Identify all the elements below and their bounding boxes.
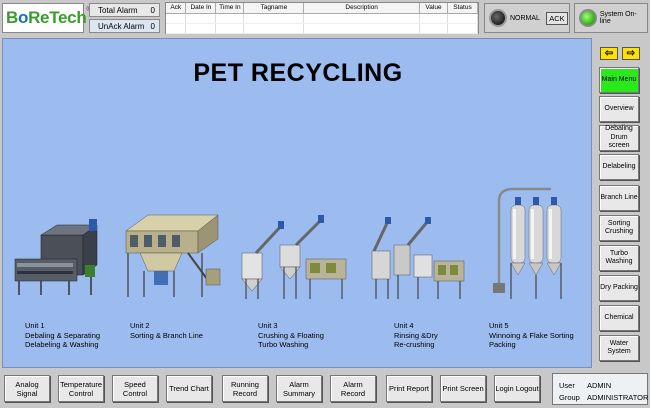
sidebar-item-delabeling[interactable]: Delabeling (599, 154, 639, 180)
unit-1-desc-2: Delabeling & Washing (25, 340, 99, 349)
arrow-left-icon[interactable]: ⇦ (600, 47, 618, 60)
alarm-summary-button[interactable]: Alarm Summary (276, 375, 322, 402)
user-label: User (559, 381, 575, 390)
sidebar-item-debaling-drum-screen[interactable]: Debaling Drum screen (599, 125, 639, 151)
status-normal-label: NORMAL (510, 14, 540, 22)
total-alarm-row[interactable]: Total Alarm 0 (89, 3, 160, 17)
online-status-label: System On-line (599, 11, 637, 25)
logo-text-retech: ReTech (28, 8, 87, 27)
logo-letter-b: B (6, 8, 18, 27)
col-status: Status (447, 3, 479, 14)
total-alarm-value: 0 (150, 5, 155, 15)
navigation-sidebar: ⇦ ⇨ Main Menu Overview Debaling Drum scr… (595, 38, 650, 368)
analog-signal-button[interactable]: Analog Signal (4, 375, 50, 402)
sidebar-item-dry-packing[interactable]: Dry Packing (599, 275, 639, 301)
alarm-table-header: Ack Date In Time In Tagname Description … (166, 3, 479, 14)
col-description: Description (303, 3, 421, 14)
col-value: Value (419, 3, 448, 14)
sidebar-item-water-system[interactable]: Water System (599, 335, 639, 361)
col-tagname: Tagname (243, 3, 305, 14)
unit-1-desc-1: Debaling & Separating (25, 330, 101, 340)
sidebar-item-branch-line[interactable]: Branch Line (599, 185, 639, 211)
unit-3-desc-1: Crushing & Floating (258, 330, 324, 340)
unit-1-title: Unit 1 (25, 321, 45, 330)
unack-alarm-value: 0 (150, 21, 155, 31)
unack-alarm-label: UnAck Alarm (98, 21, 145, 31)
trend-chart-button[interactable]: Trend Chart (166, 375, 212, 402)
unit-3-machine-icon (241, 215, 347, 299)
unit-5-machine[interactable] (493, 187, 575, 303)
col-date-in: Date In (185, 3, 217, 14)
ack-button[interactable]: ACK (545, 11, 568, 25)
page-arrows: ⇦ ⇨ (600, 47, 640, 60)
print-screen-button[interactable]: Print Screen (440, 375, 486, 402)
speed-control-button[interactable]: Speed Control (112, 375, 158, 402)
unack-alarm-row[interactable]: UnAck Alarm 0 (89, 19, 160, 33)
group-label: Group (559, 393, 580, 402)
logo-letter-o: o (17, 8, 29, 27)
online-indicator-icon (579, 9, 597, 27)
alarm-table[interactable]: Ack Date In Time In Tagname Description … (165, 2, 479, 34)
sidebar-item-sorting-crushing[interactable]: Sorting Crushing (599, 215, 639, 241)
col-ack: Ack (166, 3, 187, 14)
sidebar-item-overview[interactable]: Overview (599, 96, 639, 122)
table-row[interactable] (166, 23, 479, 34)
unit-4-machine-icon (371, 217, 465, 299)
unit-1-label: Unit 1 Debaling & Separating Delabeling … (25, 321, 100, 350)
unit-3-label: Unit 3 Crushing & Floating Turbo Washing (258, 321, 324, 350)
unit-4-label: Unit 4 Rinsing &Dry Re-crushing (394, 321, 438, 350)
user-info-box: User ADMIN Group ADMINISTRATOR (552, 373, 648, 405)
status-indicator-icon (489, 9, 507, 27)
unit-2-title: Unit 2 (130, 321, 150, 330)
unit-1-machine-icon (14, 219, 98, 295)
unit-4-desc-2: Re-crushing (394, 340, 435, 349)
unit-3-title: Unit 3 (258, 321, 278, 330)
unit-4-machine[interactable] (368, 215, 468, 301)
total-alarm-label: Total Alarm (98, 5, 138, 15)
bottom-toolbar: Analog Signal Temperature Control Speed … (0, 370, 650, 408)
sidebar-item-main-menu[interactable]: Main Menu (599, 67, 639, 93)
page-title: PET RECYCLING (193, 59, 403, 87)
group-row: Group ADMINISTRATOR (559, 393, 648, 402)
sidebar-item-turbo-washing[interactable]: Turbo Washing (599, 245, 639, 271)
user-value: ADMIN (587, 381, 612, 390)
col-time-in: Time In (215, 3, 245, 14)
unit-2-label: Unit 2 Sorting & Branch Line (130, 321, 203, 340)
unit-5-machine-icon (493, 187, 562, 299)
unit-1-machine[interactable] (11, 219, 103, 299)
unit-2-machine[interactable] (118, 209, 224, 301)
unit-3-desc-2: Turbo Washing (258, 340, 309, 349)
unit-4-title: Unit 4 (394, 321, 414, 330)
login-logout-button[interactable]: Login Logout (494, 375, 540, 402)
table-row[interactable] (166, 13, 479, 24)
top-bar: BoReTech® Total Alarm 0 UnAck Alarm 0 Ac… (0, 0, 650, 36)
unit-2-desc-1: Sorting & Branch Line (130, 330, 203, 340)
print-report-button[interactable]: Print Report (386, 375, 432, 402)
alarm-counts: Total Alarm 0 UnAck Alarm 0 (89, 3, 160, 33)
temperature-control-button[interactable]: Temperature Control (58, 375, 104, 402)
unit-4-desc-1: Rinsing &Dry (394, 330, 438, 340)
unit-5-desc-1: Winnoing & Flake Sorting (489, 330, 574, 340)
system-status-box: NORMAL ACK (484, 3, 570, 33)
unit-5-label: Unit 5 Winnoing & Flake Sorting Packing (489, 321, 574, 350)
online-status-box: System On-line (574, 3, 648, 33)
main-overview-panel: PET RECYCLING Unit 1 Debaling & Separati… (2, 38, 592, 368)
unit-5-desc-2: Packing (489, 340, 516, 349)
group-value: ADMINISTRATOR (587, 393, 649, 402)
unit-2-machine-icon (125, 214, 221, 297)
alarm-record-button[interactable]: Alarm Record (330, 375, 376, 402)
sidebar-item-chemical[interactable]: Chemical (599, 305, 639, 331)
user-row: User ADMIN (559, 381, 611, 390)
arrow-right-icon[interactable]: ⇨ (622, 47, 640, 60)
company-logo: BoReTech® (2, 3, 91, 33)
unit-3-machine[interactable] (238, 215, 350, 301)
running-record-button[interactable]: Running Record (222, 375, 268, 402)
unit-5-title: Unit 5 (489, 321, 509, 330)
